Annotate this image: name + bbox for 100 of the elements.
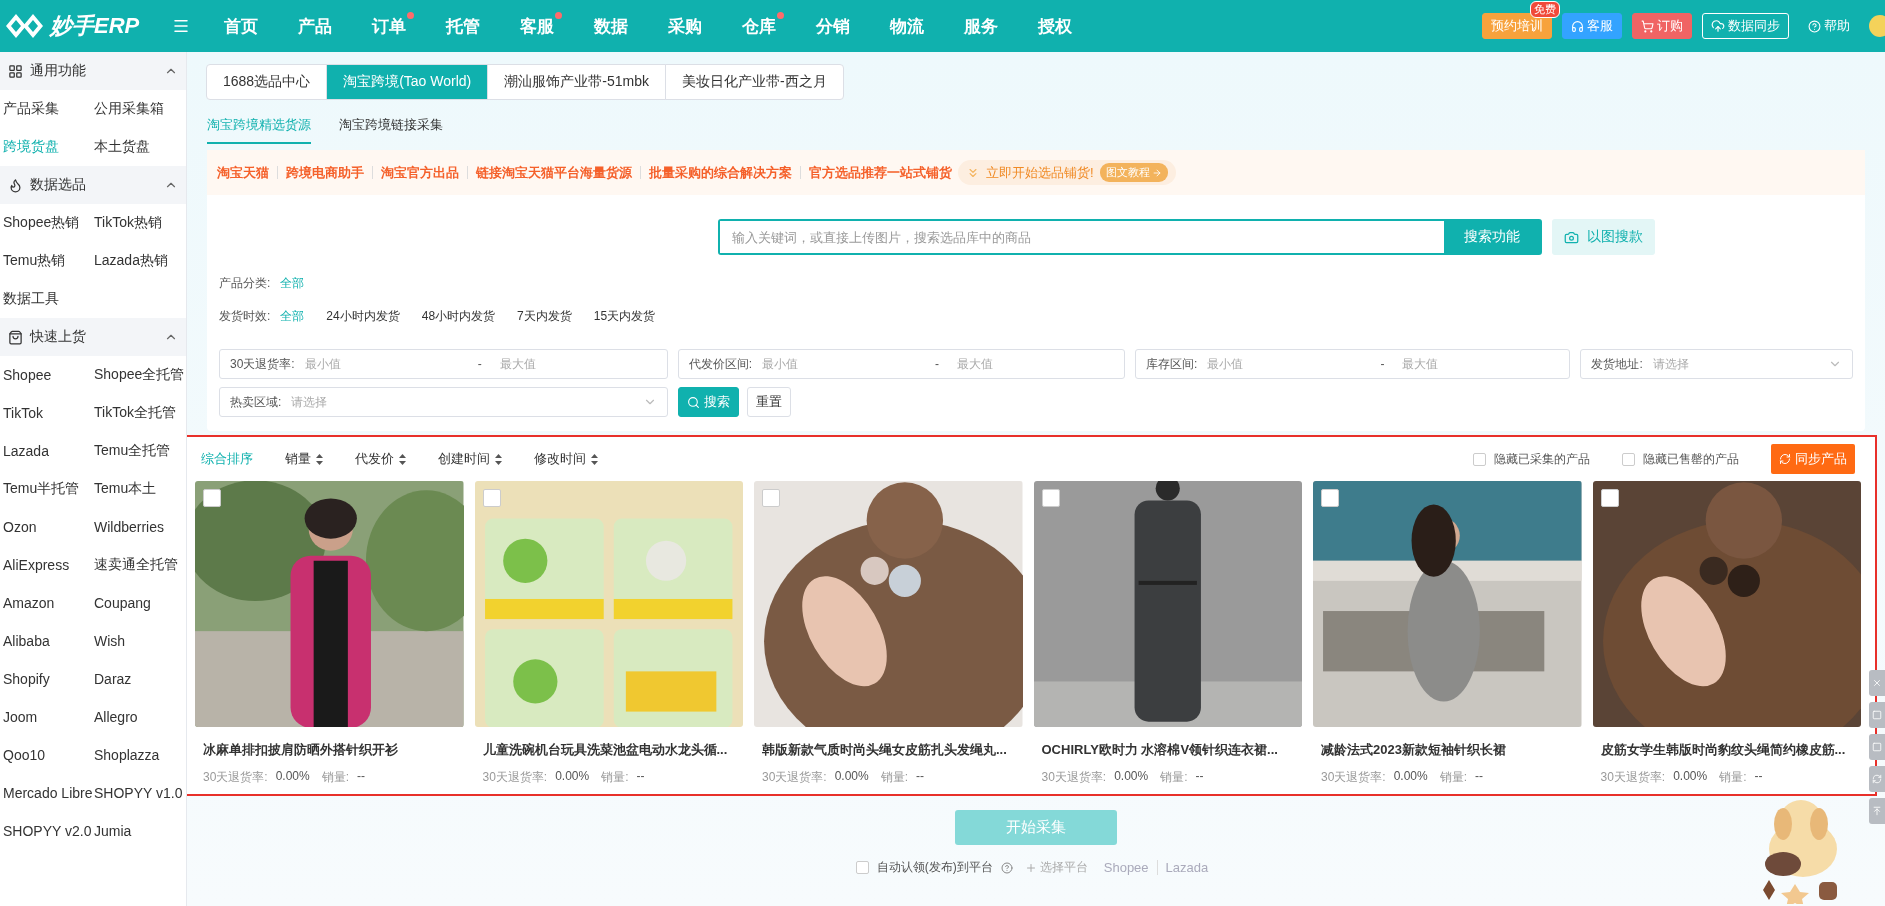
stat-value: --: [1475, 769, 1484, 785]
product-title[interactable]: OCHIRLY欧时力 水溶棉V领针织连衣裙...: [1041, 741, 1302, 759]
product-checkbox[interactable]: [762, 489, 780, 507]
filter-option[interactable]: 15天内发货: [593, 308, 656, 325]
sidebar-item[interactable]: Wish: [91, 622, 186, 660]
select-field[interactable]: 热卖区域: 请选择: [219, 387, 668, 417]
select-input[interactable]: 请选择: [1650, 356, 1820, 372]
sidebar-item[interactable]: Allegro: [91, 698, 186, 736]
checkbox[interactable]: [855, 861, 869, 874]
sidebar-section-header[interactable]: 通用功能: [0, 52, 186, 90]
sidebar-item[interactable]: Shopee全托管: [91, 356, 186, 394]
filter-option[interactable]: 24小时内发货: [326, 308, 400, 325]
menu-icon[interactable]: [172, 17, 190, 35]
product-title[interactable]: 韩版新款气质时尚头绳女皮筋扎头发绳丸...: [762, 741, 1023, 759]
sidebar-item[interactable]: Wildberries: [91, 508, 186, 546]
min-value-input[interactable]: 最小值: [302, 356, 462, 372]
sidebar-item[interactable]: Mercado Libre: [0, 774, 91, 812]
stat-value: 0.00%: [275, 769, 310, 785]
filter-option[interactable]: 48小时内发货: [421, 308, 496, 325]
sidebar-item[interactable]: Shopee热销: [0, 204, 91, 242]
arrow-right-icon: [1151, 167, 1162, 178]
sidebar-item[interactable]: Temu半托管: [0, 470, 91, 508]
sort-icon: [316, 453, 323, 465]
sidebar-item[interactable]: Ozon: [0, 508, 91, 546]
sort-icon: [399, 453, 406, 465]
sidebar-item[interactable]: Lazada: [0, 432, 91, 470]
sidebar-item[interactable]: TikTok全托管: [91, 394, 186, 432]
sub-tab[interactable]: 淘宝跨境链接采集: [339, 112, 443, 144]
stat-value: 0.00%: [555, 769, 590, 785]
back-to-top-button[interactable]: [1869, 798, 1885, 824]
sidebar-item[interactable]: Jumia: [91, 812, 186, 850]
field-label: 库存区间:: [1146, 355, 1198, 373]
sidebar-item[interactable]: Shoplazza: [91, 736, 186, 774]
banner-highlight: 批量采购的综合解决方案: [649, 163, 792, 182]
sidebar-item[interactable]: Shopify: [0, 660, 91, 698]
min-value-input[interactable]: 最小值: [1205, 356, 1365, 372]
sidebar-section-header[interactable]: 快速上货: [0, 318, 186, 356]
source-tab[interactable]: 潮汕服饰产业带-51mbk: [487, 64, 666, 100]
sidebar-item[interactable]: Temu热销: [0, 242, 91, 280]
filter-option[interactable]: 7天内发货: [517, 308, 572, 325]
avatar[interactable]: [1869, 15, 1885, 37]
checkbox[interactable]: [1473, 452, 1486, 466]
side-tool-button[interactable]: [1869, 702, 1885, 728]
sidebar-item[interactable]: Qoo10: [0, 736, 91, 774]
max-value-input[interactable]: 最大值: [497, 356, 657, 372]
sidebar-item[interactable]: TikTok: [0, 394, 91, 432]
select-input[interactable]: 请选择: [289, 394, 635, 410]
sidebar-item[interactable]: Amazon: [0, 584, 91, 622]
search-icon: [686, 395, 700, 409]
source-tab[interactable]: 1688选品中心: [206, 64, 328, 100]
sort-icon: [495, 453, 502, 465]
filter-label: 发货时效:: [219, 308, 271, 325]
sidebar-item[interactable]: Coupang: [91, 584, 186, 622]
sidebar-item[interactable]: SHOPYY v2.0: [0, 812, 91, 850]
min-value-input[interactable]: 最小值: [760, 356, 920, 372]
product-title[interactable]: 儿童洗碗机台玩具洗菜池盆电动水龙头循...: [482, 741, 743, 759]
source-tab[interactable]: 美妆日化产业带-西之月: [664, 64, 844, 100]
product-title[interactable]: 冰麻单排扣披肩防晒外搭针织开衫: [203, 741, 464, 759]
max-value-input[interactable]: 最大值: [955, 356, 1115, 372]
grid-icon: [8, 63, 23, 79]
platform-name: Shopee: [1102, 860, 1150, 875]
product-checkbox[interactable]: [1321, 489, 1339, 507]
reset-button[interactable]: 重置: [746, 387, 791, 417]
close-button[interactable]: [1869, 670, 1885, 696]
sidebar-item[interactable]: 速卖通全托管: [91, 546, 186, 584]
range-separator: -: [1380, 357, 1385, 371]
sidebar-item[interactable]: 公用采集箱: [91, 90, 186, 128]
sidebar-item[interactable]: AliExpress: [0, 546, 91, 584]
sidebar-item[interactable]: SHOPYY v1.0: [91, 774, 186, 812]
help-icon: [1808, 19, 1821, 33]
sidebar-item[interactable]: 数据工具: [0, 280, 91, 318]
sidebar-item[interactable]: 本土货盘: [91, 128, 186, 166]
close-icon: [1872, 678, 1882, 688]
side-tool-button[interactable]: [1869, 766, 1885, 792]
checkbox[interactable]: [1622, 452, 1635, 466]
logo-text: 妙手ERP: [50, 12, 140, 40]
sidebar-item[interactable]: 产品采集: [0, 90, 91, 128]
stat-value: --: [636, 769, 645, 785]
select-field[interactable]: 发货地址: 请选择: [1580, 349, 1853, 379]
sort-option[interactable]: 创建时间: [438, 450, 502, 468]
max-value-input[interactable]: 最大值: [1400, 356, 1560, 372]
sidebar-item[interactable]: Alibaba: [0, 622, 91, 660]
sidebar-section-header[interactable]: 数据选品: [0, 166, 186, 204]
sidebar-item[interactable]: Temu本土: [91, 470, 186, 508]
field-label: 代发价区间:: [688, 355, 753, 373]
sidebar-item[interactable]: Lazada热销: [91, 242, 186, 280]
stat-label: 销量:: [1719, 769, 1747, 786]
product-checkbox[interactable]: [203, 489, 221, 507]
product-title[interactable]: 减龄法式2023新款短袖针织长裙: [1321, 741, 1582, 759]
side-tool-button[interactable]: [1869, 734, 1885, 760]
sidebar-item[interactable]: Joom: [0, 698, 91, 736]
sidebar-item[interactable]: TikTok热销: [91, 204, 186, 242]
sidebar-item[interactable]: Daraz: [91, 660, 186, 698]
sort-option[interactable]: 修改时间: [534, 450, 598, 468]
sidebar-item[interactable]: Temu全托管: [91, 432, 186, 470]
sort-option[interactable]: 代发价: [355, 450, 406, 468]
product-title[interactable]: 皮筋女学生韩版时尚豹纹头绳简约橡皮筋...: [1600, 741, 1861, 759]
sort-option[interactable]: 销量: [285, 450, 323, 468]
sidebar-item[interactable]: Shopee: [0, 356, 91, 394]
banner-highlight: 淘宝官方出品: [381, 163, 459, 182]
